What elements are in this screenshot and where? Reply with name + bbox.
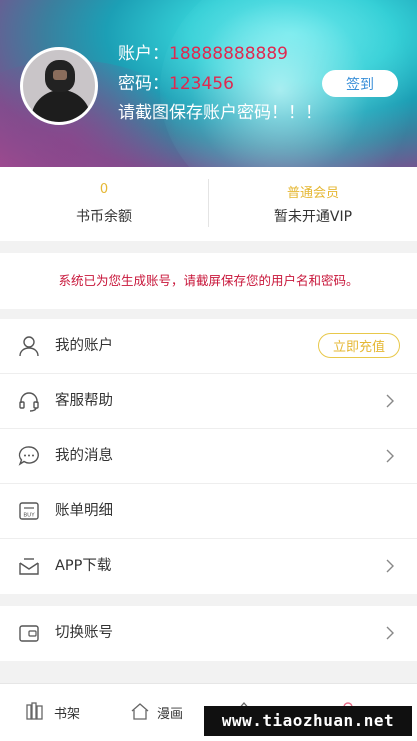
- save-hint: 请截图保存账户密码！！！: [118, 103, 322, 123]
- menu-item-bills[interactable]: BUY 账单明细: [0, 484, 417, 539]
- tab-bookshelf[interactable]: 书架: [0, 684, 104, 741]
- chevron-right-icon: [386, 449, 394, 463]
- bill-icon: BUY: [19, 502, 39, 520]
- password-label: 密码：: [118, 74, 169, 94]
- menu-item-my-account[interactable]: 我的账户 立即充值: [0, 319, 417, 374]
- menu-item-label: 账单明细: [55, 503, 113, 519]
- menu-item-label: APP下载: [55, 558, 112, 574]
- account-value: 18888888889: [169, 44, 288, 64]
- menu-item-messages[interactable]: 我的消息: [0, 429, 417, 484]
- coins-stat[interactable]: 0 书币余额: [0, 182, 208, 226]
- account-label: 账户：: [118, 44, 169, 64]
- profile-header: 账户：18888888889 密码：123456 请截图保存账户密码！！！ 签到: [0, 0, 417, 167]
- menu-item-label: 我的消息: [55, 448, 113, 464]
- tab-label: 书架: [54, 707, 81, 722]
- switch-account-section: 切换账号: [0, 606, 417, 661]
- menu-item-label: 切换账号: [55, 625, 113, 641]
- site-watermark: www.tiaozhuan.net: [204, 706, 412, 736]
- member-value: 普通会员: [286, 186, 339, 201]
- signin-button[interactable]: 签到: [322, 70, 398, 97]
- tab-label: 漫画: [157, 707, 184, 722]
- member-stat[interactable]: 普通会员 暂未开通VIP: [209, 182, 417, 226]
- menu-list: 我的账户 立即充值 客服帮助 我的消息 BUY 账单明细 APP下载: [0, 319, 417, 594]
- headset-icon: [19, 392, 39, 412]
- coins-value: 0: [99, 182, 109, 197]
- message-icon: [18, 446, 39, 466]
- password-line: 密码：123456: [118, 72, 234, 96]
- user-icon: [19, 336, 39, 357]
- menu-item-label: 客服帮助: [55, 393, 113, 409]
- wallet-icon: [19, 625, 39, 642]
- chevron-right-icon: [386, 394, 394, 408]
- member-label: 暂未开通VIP: [273, 209, 353, 225]
- avatar[interactable]: [20, 47, 98, 125]
- coins-label: 书币余额: [76, 209, 132, 225]
- recharge-button[interactable]: 立即充值: [318, 333, 400, 358]
- account-stats: 0 书币余额 普通会员 暂未开通VIP: [0, 167, 417, 241]
- menu-item-label: 我的账户: [55, 338, 113, 354]
- tab-comics[interactable]: 漫画: [104, 684, 208, 741]
- chevron-right-icon: [386, 559, 394, 573]
- home-icon: [131, 703, 149, 720]
- menu-item-switch-account[interactable]: 切换账号: [0, 606, 417, 661]
- password-value: 123456: [169, 74, 234, 94]
- bookshelf-icon: [26, 702, 43, 720]
- download-icon: [19, 558, 39, 575]
- menu-item-app-download[interactable]: APP下载: [0, 539, 417, 594]
- account-notice: 系统已为您生成账号，请截屏保存您的用户名和密码。: [0, 253, 417, 309]
- chevron-right-icon: [386, 626, 394, 640]
- svg-text:BUY: BUY: [23, 513, 35, 519]
- account-line: 账户：18888888889: [118, 42, 288, 66]
- menu-item-support[interactable]: 客服帮助: [0, 374, 417, 429]
